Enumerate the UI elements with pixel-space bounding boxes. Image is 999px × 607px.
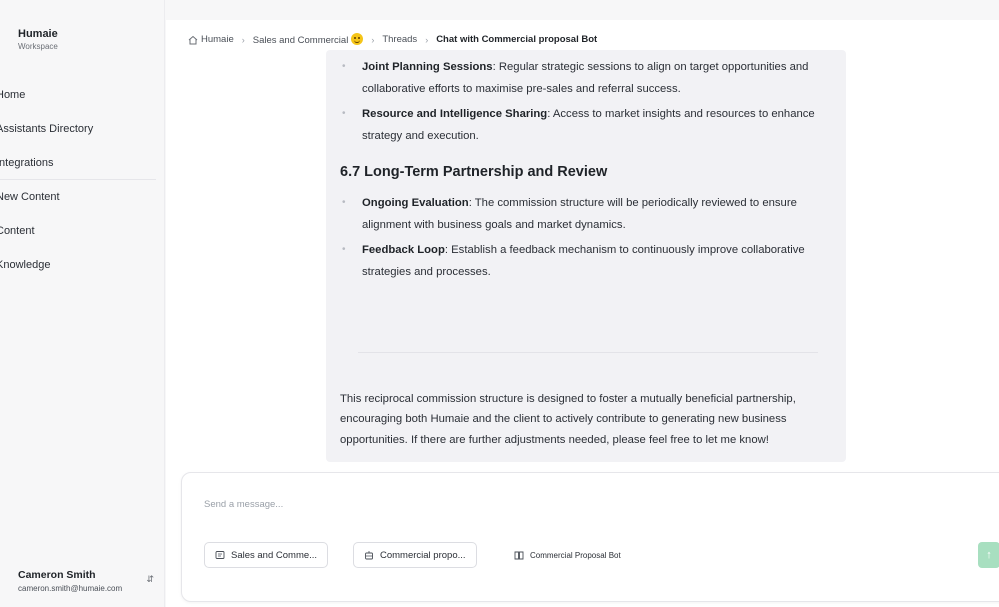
breadcrumb-home[interactable]: Humaie: [188, 34, 234, 45]
bot-icon: [365, 551, 373, 560]
sidebar-item-knowledge[interactable]: Knowledge: [0, 248, 156, 282]
message-closing: This reciprocal commission structure is …: [340, 393, 796, 446]
sidebar-item-label: Integrations: [0, 156, 54, 169]
workspace-switcher[interactable]: Humaie Workspace: [18, 28, 58, 51]
main-panel: Humaie › Sales and Commercial › Threads …: [166, 20, 999, 607]
sidebar-item-assistants-directory[interactable]: Assistants Directory: [0, 112, 156, 146]
workspace-name: Humaie: [18, 28, 58, 40]
chip-assistant[interactable]: Commercial Proposal Bot: [504, 542, 631, 568]
sidebar-item-label: New Content: [0, 191, 60, 203]
chip-label: Commercial Proposal Bot: [530, 550, 621, 560]
list-item-title: Resource and Intelligence Sharing: [362, 108, 548, 120]
chevron-up-down-icon: ⇵: [146, 574, 154, 584]
send-button[interactable]: ↑: [978, 542, 999, 568]
sidebar-item-label: Knowledge: [0, 259, 51, 271]
breadcrumb-current: Chat with Commercial proposal Bot: [436, 34, 598, 45]
sidebar-item-label: Home: [0, 89, 26, 101]
sidebar-item-home[interactable]: Home: [0, 78, 156, 112]
breadcrumb: Humaie › Sales and Commercial › Threads …: [188, 33, 597, 46]
chip-folder[interactable]: Sales and Comme...: [204, 542, 329, 568]
user-email: cameron.smith@humaie.com: [18, 584, 123, 593]
chip-label: Commercial propo...: [380, 549, 466, 561]
chevron-right-icon: ›: [425, 34, 429, 45]
sidebar-item-integrations[interactable]: Integrations: [0, 146, 156, 180]
breadcrumb-threads[interactable]: Threads: [382, 34, 417, 45]
section-heading: 6.7 Long-Term Partnership and Review: [340, 164, 608, 180]
workspace-subtitle: Workspace: [18, 42, 58, 51]
book-icon: [514, 551, 524, 560]
message-body: Joint Planning Sessions: Regular strateg…: [340, 56, 835, 286]
breadcrumb-section[interactable]: Sales and Commercial: [253, 33, 364, 46]
chevron-right-icon: ›: [241, 34, 245, 45]
list-item: Joint Planning Sessions: Regular strateg…: [340, 56, 835, 100]
list-item: Feedback Loop: Establish a feedback mech…: [340, 239, 835, 283]
list-item-title: Ongoing Evaluation: [362, 197, 469, 209]
breadcrumb-section-label: Sales and Commercial: [252, 35, 349, 46]
sidebar-nav: Home Assistants Directory Integrations N…: [0, 78, 156, 282]
user-name: Cameron Smith: [18, 569, 96, 581]
sidebar: Humaie Workspace Home Assistants Directo…: [0, 0, 165, 607]
home-icon: [188, 35, 198, 44]
folder-icon: [215, 551, 225, 559]
divider: [358, 352, 818, 353]
chevron-right-icon: ›: [371, 34, 375, 45]
list-item: Resource and Intelligence Sharing: Acces…: [340, 103, 835, 147]
sidebar-item-new-content[interactable]: New Content: [0, 180, 156, 214]
message-input[interactable]: [204, 499, 804, 510]
list-item-title: Feedback Loop: [362, 244, 445, 256]
chip-bot[interactable]: Commercial propo...: [353, 542, 477, 568]
user-menu[interactable]: Cameron Smith cameron.smith@humaie.com ⇵: [18, 569, 158, 593]
sidebar-item-label: Assistants Directory: [0, 123, 94, 135]
sidebar-item-label: Content: [0, 225, 35, 237]
assistant-message: Joint Planning Sessions: Regular strateg…: [326, 50, 846, 462]
breadcrumb-home-label: Humaie: [201, 34, 234, 45]
list-item-title: Joint Planning Sessions: [362, 61, 493, 73]
chip-label: Sales and Comme...: [231, 549, 318, 561]
sidebar-item-content[interactable]: Content: [0, 214, 156, 248]
list-item: Ongoing Evaluation: The commission struc…: [340, 192, 835, 236]
message-composer: Sales and Comme... Commercial propo... C…: [181, 472, 999, 602]
arrow-up-icon: ↑: [986, 549, 992, 561]
emoji-icon: [351, 33, 364, 45]
